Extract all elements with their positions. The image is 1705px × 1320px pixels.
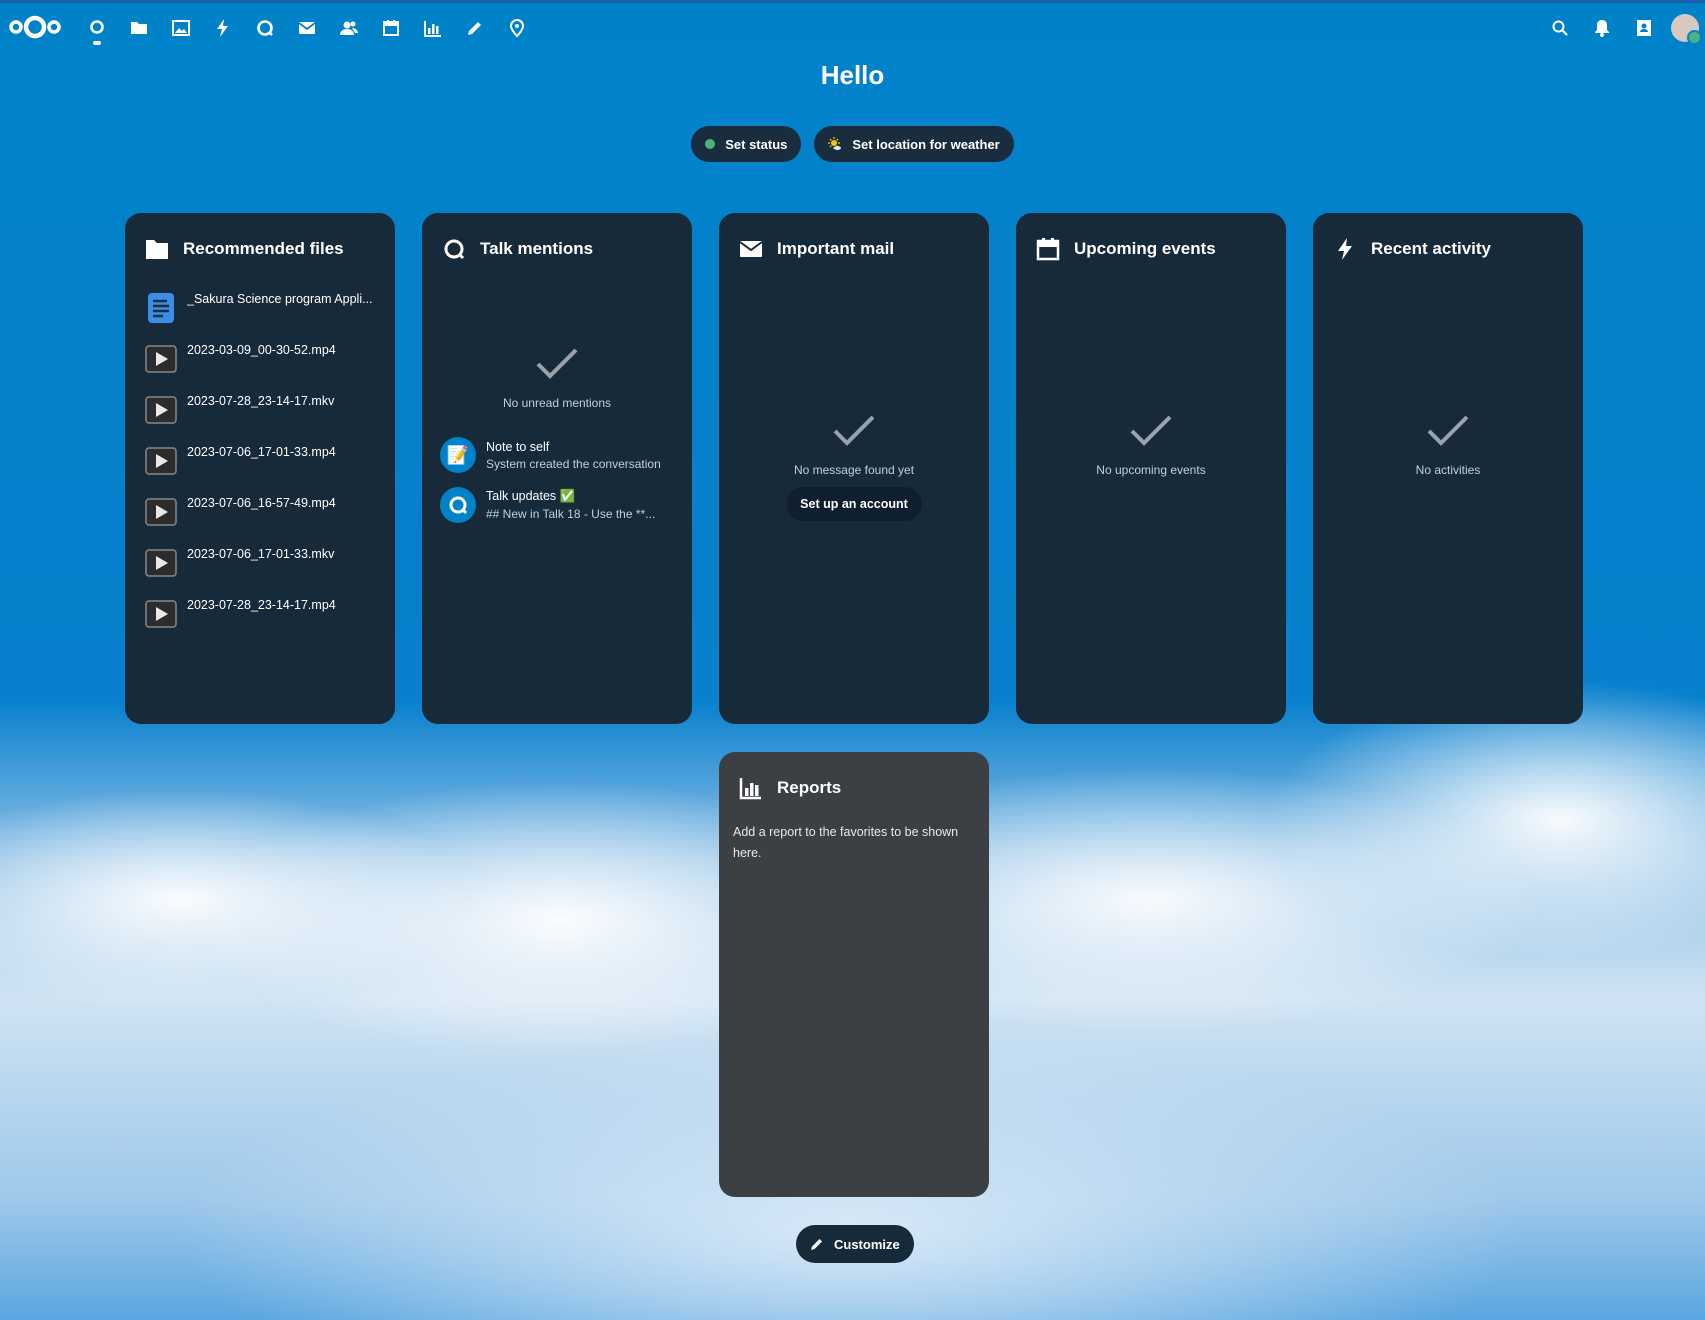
checkmark-icon [1427, 415, 1469, 446]
online-status-dot [1687, 30, 1702, 45]
reports-empty-text: Add a report to the favorites to be show… [733, 825, 959, 860]
video-icon [145, 447, 177, 475]
file-name: 2023-07-06_16-57-49.mp4 [187, 496, 336, 510]
panel-header: Reports [733, 776, 975, 800]
file-name: 2023-07-28_23-14-17.mkv [187, 394, 335, 408]
video-icon [145, 498, 177, 526]
talk-icon[interactable] [244, 9, 286, 47]
important-mail-panel: Important mail No message found yet Set … [719, 213, 989, 724]
conversation-subtitle: ## New in Talk 18 - Use the **... [486, 507, 656, 521]
activity-icon[interactable] [202, 9, 244, 47]
talk-logo-icon [449, 496, 468, 515]
mail-icon [739, 241, 763, 257]
recommended-files-panel: Recommended files _Sakura Science progra… [125, 213, 395, 724]
video-icon [145, 549, 177, 577]
greeting: Hello [820, 60, 885, 90]
search-icon[interactable] [1539, 9, 1581, 47]
file-item[interactable]: 2023-03-09_00-30-52.mp4 [145, 341, 375, 392]
panel-title: Important mail [777, 239, 895, 258]
conversation-title: Talk updates ✅ [486, 489, 576, 503]
file-item[interactable]: 2023-07-28_23-14-17.mkv [145, 392, 375, 443]
bell-icon[interactable] [1581, 9, 1623, 47]
customize-label: Customize [834, 1236, 900, 1252]
file-name: 2023-07-06_17-01-33.mp4 [187, 445, 336, 459]
panel-header: Upcoming events [1036, 237, 1266, 261]
conversation-avatar [440, 487, 476, 523]
file-item[interactable]: 2023-07-28_23-14-17.mp4 [145, 596, 375, 647]
panel-header: Recent activity [1333, 237, 1563, 261]
file-item[interactable]: 2023-07-06_17-01-33.mkv [145, 545, 375, 596]
folder-icon [146, 240, 168, 259]
reports-panel: Reports Add a report to the favorites to… [719, 752, 989, 1197]
recent-activity-panel: Recent activity No activities [1313, 213, 1583, 724]
file-item[interactable]: _Sakura Science program Appli... [145, 290, 375, 341]
set-up-account-button[interactable]: Set up an account [786, 487, 922, 521]
upcoming-events-panel: Upcoming events No upcoming events [1016, 213, 1286, 724]
conversation-list: 📝 Note to self System created the conver… [440, 430, 672, 530]
set-weather-label: Set location for weather [852, 136, 1000, 152]
calendar-icon [1036, 238, 1060, 261]
status-row: Set status Set location for weather [0, 126, 1705, 162]
file-name: 2023-03-09_00-30-52.mp4 [187, 343, 336, 357]
user-avatar[interactable] [1671, 14, 1702, 45]
set-status-label: Set status [725, 136, 788, 152]
top-bar [0, 0, 1705, 50]
empty-message: No message found yet [793, 463, 915, 477]
dashboard-icon[interactable] [76, 9, 118, 47]
pencil-icon [811, 1239, 822, 1250]
panel-title: Reports [777, 778, 842, 797]
online-icon [705, 139, 716, 149]
document-icon [148, 293, 174, 323]
checkmark-icon [833, 415, 875, 446]
video-icon [145, 345, 177, 373]
mail-icon[interactable] [286, 9, 328, 47]
panel-title: Recent activity [1371, 239, 1491, 258]
file-name: 2023-07-28_23-14-17.mp4 [187, 598, 336, 612]
customize-button[interactable]: Customize [796, 1225, 914, 1263]
contacts-icon[interactable] [328, 9, 370, 47]
photos-icon[interactable] [160, 9, 202, 47]
checkmark-icon [536, 348, 578, 379]
file-item[interactable]: 2023-07-06_16-57-49.mp4 [145, 494, 375, 545]
panel-title: Recommended files [183, 239, 344, 258]
lightning-icon [1338, 238, 1352, 260]
file-name: _Sakura Science program Appli... [187, 292, 373, 306]
file-item[interactable]: 2023-07-06_17-01-33.mp4 [145, 443, 375, 494]
talk-mentions-panel: Talk mentions No unread mentions 📝 Note … [422, 213, 692, 724]
panel-header: Recommended files [145, 237, 375, 261]
panel-title: Talk mentions [480, 239, 594, 258]
panel-header: Talk mentions [442, 237, 672, 261]
conversation-title: Note to self [486, 439, 550, 454]
panel-title: Upcoming events [1074, 239, 1216, 258]
file-list: _Sakura Science program Appli... 2023-03… [145, 290, 375, 647]
conversation-item[interactable]: Talk updates ✅ ## New in Talk 18 - Use t… [440, 480, 672, 530]
set-weather-location-button[interactable]: Set location for weather [814, 126, 1014, 162]
header-right [1539, 9, 1702, 47]
weather-sun-icon [828, 137, 842, 150]
video-icon [145, 600, 177, 628]
contacts-menu-icon[interactable] [1623, 9, 1665, 47]
empty-message: No activities [1415, 463, 1481, 477]
notes-icon[interactable] [454, 9, 496, 47]
empty-message: No unread mentions [502, 396, 612, 410]
nextcloud-logo[interactable] [8, 13, 62, 41]
analytics-icon[interactable] [412, 9, 454, 47]
app-menu [76, 9, 538, 47]
checkmark-icon [1130, 415, 1172, 446]
conversation-subtitle: System created the conversation [486, 456, 661, 471]
panel-header: Important mail [739, 237, 969, 261]
note-emoji-icon: 📝 [446, 444, 470, 465]
talk-icon [444, 239, 465, 260]
file-name: 2023-07-06_17-01-33.mkv [187, 547, 335, 561]
maps-icon[interactable] [496, 9, 538, 47]
video-icon [145, 396, 177, 424]
conversation-avatar: 📝 [440, 437, 476, 473]
conversation-item[interactable]: 📝 Note to self System created the conver… [440, 430, 672, 480]
calendar-icon[interactable] [370, 9, 412, 47]
analytics-icon [739, 778, 761, 800]
empty-message: No upcoming events [1096, 463, 1206, 477]
files-icon[interactable] [118, 9, 160, 47]
set-status-button[interactable]: Set status [691, 126, 802, 162]
